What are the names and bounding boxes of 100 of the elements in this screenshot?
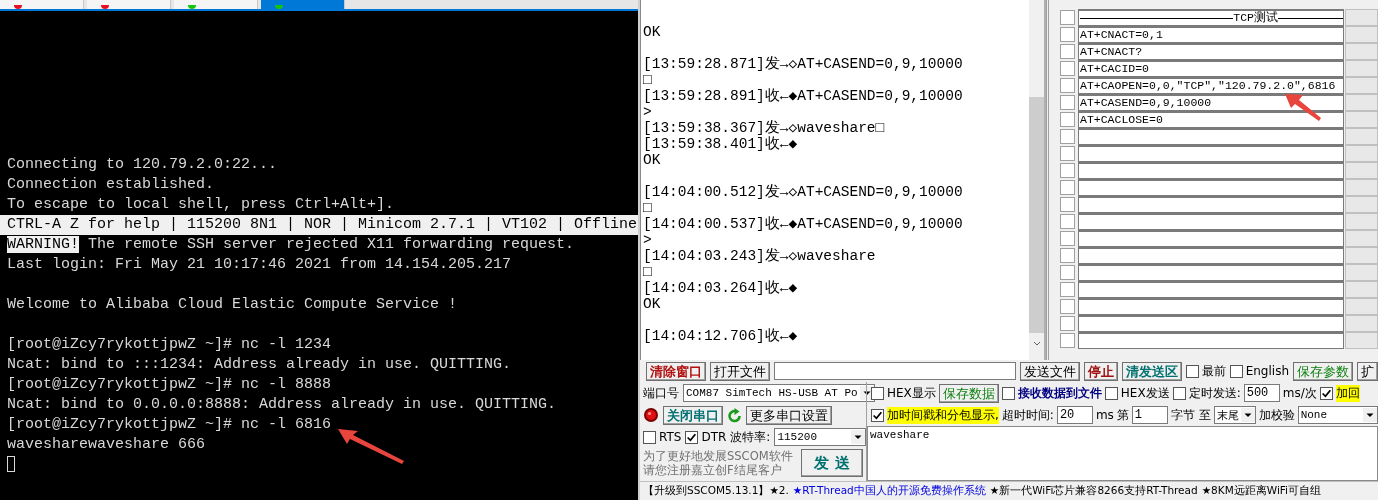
number-field[interactable]: 1 (1131, 406, 1168, 424)
dropdown[interactable]: 末尾 (1213, 406, 1256, 424)
input-field[interactable] (774, 362, 1016, 380)
checkbox[interactable] (1060, 282, 1075, 297)
checkbox[interactable] (1060, 78, 1075, 93)
button[interactable]: 扩 (1357, 361, 1378, 381)
caret-icon[interactable] (1363, 408, 1377, 422)
send-command-button[interactable] (1345, 9, 1378, 26)
send-command-button[interactable] (1345, 60, 1378, 77)
command-field[interactable]: AT+CNACT? (1078, 43, 1344, 60)
checkbox[interactable] (1060, 95, 1075, 110)
command-field[interactable] (1078, 264, 1344, 281)
checkbox[interactable] (1060, 316, 1075, 331)
terminal-tab[interactable] (174, 0, 258, 9)
command-field[interactable] (1078, 247, 1344, 264)
command-field[interactable] (1078, 196, 1344, 213)
checkbox[interactable] (1060, 10, 1075, 25)
send-command-button[interactable] (1345, 162, 1378, 179)
send-command-button[interactable] (1345, 298, 1378, 315)
checkbox[interactable] (685, 430, 699, 444)
command-field[interactable] (1078, 332, 1344, 349)
checkbox[interactable] (1060, 44, 1075, 59)
scroll-down-icon[interactable] (1032, 341, 1041, 346)
dropdown[interactable]: None (1297, 406, 1378, 424)
checkbox[interactable] (1060, 214, 1075, 229)
send-command-button[interactable] (1345, 196, 1378, 213)
command-field[interactable] (1078, 298, 1344, 315)
button[interactable]: 清除窗口 (646, 361, 706, 381)
command-field[interactable] (1078, 128, 1344, 145)
checkbox[interactable] (1060, 61, 1075, 76)
caret-icon[interactable] (1240, 408, 1255, 422)
command-field[interactable] (1078, 145, 1344, 162)
checkbox[interactable] (871, 386, 884, 400)
send-command-button[interactable] (1345, 213, 1378, 230)
command-field[interactable]: AT+CAOPEN=0,0,"TCP","120.79.2.0",6816 (1078, 77, 1344, 94)
command-field[interactable] (1078, 315, 1344, 332)
send-button[interactable]: 发 送 (801, 449, 863, 477)
command-field[interactable]: AT+CASEND=0,9,10000 (1078, 94, 1344, 111)
send-command-button[interactable] (1345, 145, 1378, 162)
send-command-button[interactable] (1345, 111, 1378, 128)
command-field[interactable] (1078, 230, 1344, 247)
button[interactable]: 停止 (1083, 361, 1118, 381)
checkbox[interactable] (1060, 163, 1075, 178)
checkbox[interactable] (1060, 231, 1075, 246)
send-command-button[interactable] (1345, 230, 1378, 247)
checkbox[interactable] (1060, 197, 1075, 212)
checkbox[interactable] (1060, 180, 1075, 195)
checkbox[interactable] (1060, 27, 1075, 42)
send-text-area[interactable]: waveshare (867, 426, 1378, 481)
send-command-button[interactable] (1345, 332, 1378, 349)
button[interactable]: 发送文件 (1019, 361, 1080, 381)
send-command-button[interactable] (1345, 43, 1378, 60)
scrollbar[interactable] (1029, 0, 1046, 360)
checkbox[interactable] (1172, 386, 1186, 400)
send-command-button[interactable] (1345, 315, 1378, 332)
checkbox[interactable] (1185, 364, 1199, 378)
command-field[interactable]: AT+CACID=0 (1078, 60, 1344, 77)
send-command-button[interactable] (1345, 179, 1378, 196)
send-command-button[interactable] (1345, 26, 1378, 43)
button[interactable]: 保存参数 (1293, 361, 1353, 381)
button[interactable]: 更多串口设置 (746, 405, 832, 425)
checkbox[interactable] (1319, 386, 1333, 400)
checkbox[interactable] (1060, 265, 1075, 280)
checkbox[interactable] (1060, 112, 1075, 127)
checkbox[interactable] (1104, 386, 1118, 400)
terminal-tab[interactable] (0, 0, 84, 9)
checkbox[interactable] (1060, 146, 1075, 161)
button[interactable]: 打开文件 (710, 361, 770, 381)
button[interactable]: 关闭串口 (663, 405, 723, 425)
command-field[interactable] (1078, 281, 1344, 298)
command-field[interactable] (1078, 162, 1344, 179)
checkbox[interactable] (871, 408, 884, 422)
button[interactable]: 保存数据 (938, 383, 999, 403)
dropdown[interactable]: 115200 (774, 428, 866, 446)
checkbox[interactable] (1229, 364, 1243, 378)
checkbox[interactable] (643, 430, 656, 444)
send-command-button[interactable] (1345, 281, 1378, 298)
dropdown[interactable]: COM87 SimTech HS-USB AT Po (683, 384, 875, 402)
command-field[interactable] (1078, 179, 1344, 196)
checkbox[interactable] (1060, 129, 1075, 144)
send-command-button[interactable] (1345, 77, 1378, 94)
checkbox[interactable] (1060, 248, 1075, 263)
command-field[interactable]: AT+CACLOSE=0 (1078, 111, 1344, 128)
checkbox[interactable] (1060, 333, 1075, 348)
number-field[interactable]: 20 (1056, 406, 1093, 424)
number-field[interactable]: 500 (1243, 384, 1280, 402)
send-command-button[interactable] (1345, 128, 1378, 145)
caret-icon[interactable] (851, 430, 865, 444)
terminal-tab[interactable] (87, 0, 171, 9)
send-command-button[interactable] (1345, 247, 1378, 264)
send-command-button[interactable] (1345, 94, 1378, 111)
button[interactable]: 清发送区 (1121, 361, 1182, 381)
command-field[interactable]: AT+CNACT=0,1 (1078, 26, 1344, 43)
checkbox[interactable] (1060, 299, 1075, 314)
refresh-icon[interactable] (727, 407, 742, 423)
send-command-button[interactable] (1345, 264, 1378, 281)
terminal-tab[interactable] (261, 0, 345, 9)
checkbox[interactable] (1001, 386, 1015, 400)
command-field[interactable] (1078, 213, 1344, 230)
status-link[interactable]: ★RT-Thread中国人的开源免费操作系统 (792, 484, 986, 498)
